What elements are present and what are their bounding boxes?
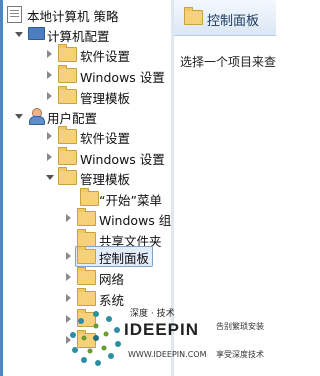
folder-icon (58, 44, 77, 62)
chevron-right-icon[interactable] (66, 294, 71, 302)
folder-icon (77, 267, 96, 285)
tree-label: 软件设置 (80, 131, 131, 146)
folder-icon (80, 188, 99, 206)
tree-item-uc-software[interactable]: 软件设置 (3, 126, 173, 147)
tree-item-network[interactable]: 网络 (3, 267, 173, 288)
tree-item-windows-components[interactable]: Windows 组 (3, 208, 173, 229)
folder-icon (184, 7, 203, 25)
folder-icon (77, 229, 96, 247)
folder-icon (77, 246, 96, 264)
user-icon (28, 108, 45, 125)
chevron-right-icon[interactable] (47, 50, 52, 58)
chevron-right-icon[interactable] (47, 92, 52, 100)
tree-item-cc-software[interactable]: 软件设置 (3, 44, 173, 65)
chevron-down-icon[interactable] (15, 32, 23, 37)
chevron-right-icon[interactable] (66, 214, 71, 222)
ideepin-logo-icon (70, 311, 121, 366)
details-header: 控制面板 (174, 0, 276, 36)
tree-label: 管理模板 (80, 172, 131, 187)
tree-label: Windows 设置 (80, 70, 165, 85)
tree-label: 管理模板 (80, 91, 131, 106)
tree-item-uc-windows[interactable]: Windows 设置 (3, 147, 173, 168)
folder-icon (77, 208, 96, 226)
folder-icon (58, 126, 77, 144)
tree-item-user-config[interactable]: 用户配置 (3, 106, 173, 127)
folder-icon (58, 167, 77, 185)
chevron-right-icon[interactable] (47, 71, 52, 79)
tree-item-root[interactable]: 本地计算机 策略 (3, 4, 173, 25)
computer-icon (28, 27, 45, 40)
policy-icon (7, 6, 22, 23)
chevron-right-icon[interactable] (66, 252, 71, 260)
folder-icon (58, 86, 77, 104)
tree-label: 控制面板 (99, 251, 150, 266)
chevron-right-icon[interactable] (66, 273, 71, 281)
tree-label: Windows 组 (99, 213, 172, 228)
folder-icon (58, 147, 77, 165)
chevron-down-icon[interactable] (46, 175, 54, 180)
tree-label: Windows 设置 (80, 152, 165, 167)
tree-label: 软件设置 (80, 49, 131, 64)
watermark-slogan-2: 享受深度技术 (216, 350, 264, 359)
tree-item-control-panel[interactable]: 控制面板 (3, 246, 173, 267)
tree-label: 网络 (99, 272, 125, 287)
details-hint: 选择一个项目来查 (180, 55, 276, 69)
details-title: 控制面板 (207, 14, 260, 29)
watermark-logo: IDEEPIN (124, 320, 200, 339)
tree-item-computer-config[interactable]: 计算机配置 (3, 24, 173, 45)
group-policy-editor: 本地计算机 策略 计算机配置 软件设置 Windows 设置 管理模板 用户配置… (0, 0, 276, 376)
tree-label: 计算机配置 (47, 29, 110, 44)
tree-item-uc-admin[interactable]: 管理模板 (3, 167, 173, 188)
watermark-brand: 深度 · 技术 (130, 309, 175, 319)
tree-item-cc-windows[interactable]: Windows 设置 (3, 65, 173, 86)
tree-label: 本地计算机 策略 (27, 9, 119, 24)
tree-label: 用户配置 (47, 111, 98, 126)
watermark-url: WWW.IDEEPIN.COM (128, 350, 207, 359)
chevron-down-icon[interactable] (15, 114, 23, 119)
tree-label: “开始”菜单 (99, 193, 162, 208)
tree-item-start-menu[interactable]: “开始”菜单 (3, 188, 173, 209)
watermark-slogan-1: 告别繁琐安装 (216, 322, 264, 331)
chevron-right-icon[interactable] (47, 132, 52, 140)
chevron-right-icon[interactable] (47, 153, 52, 161)
watermark: 深度 · 技术 IDEEPIN WWW.IDEEPIN.COM 告别繁琐安装 享… (66, 304, 276, 376)
tree-item-cc-admin[interactable]: 管理模板 (3, 86, 173, 107)
folder-icon (58, 65, 77, 83)
